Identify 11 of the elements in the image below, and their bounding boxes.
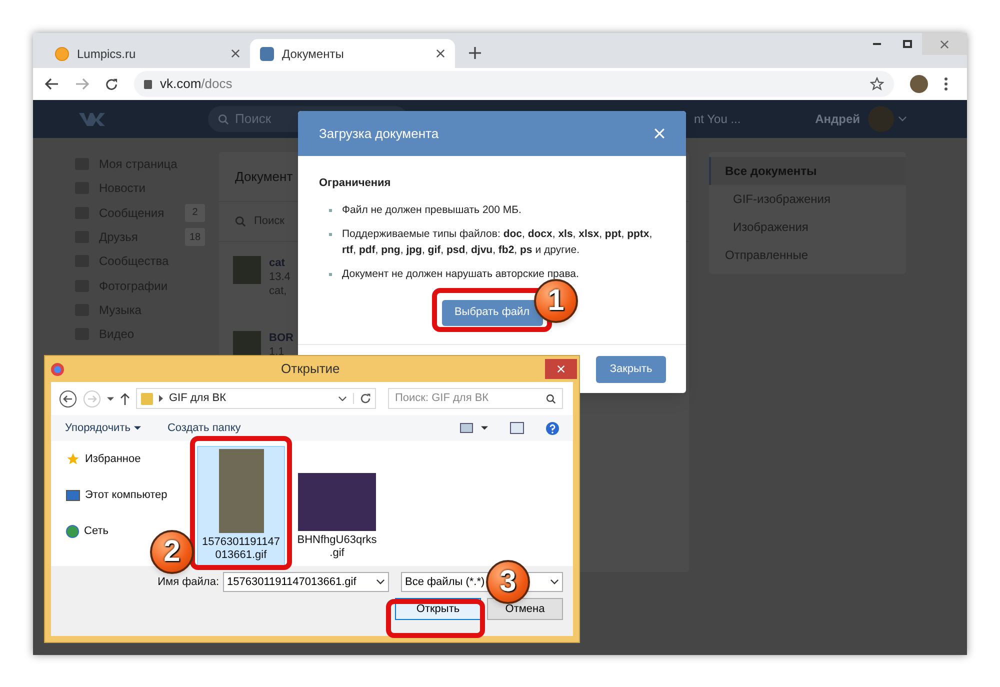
tab-title: Документы: [282, 46, 345, 62]
tab-title: Lumpics.ru: [77, 46, 137, 62]
rule-text: Файл не должен превышать 200 МБ.: [342, 202, 522, 218]
rule-text: Поддерживаемые типы файлов: doc, docx, xls, xlsx, ppt, pptx, rtf, pdf, png, jpg, gif, psd, djvu, fb2, ps и другие.: [342, 226, 654, 258]
rule-text: Документ не должен нарушать авторские права.: [342, 266, 579, 282]
dialog-title: Загрузка документа: [319, 124, 439, 143]
field-label: Имя файла:: [158, 574, 219, 590]
url-text: vk.com/docs: [160, 75, 232, 94]
dialog-title: Открытие: [281, 360, 340, 378]
section-heading: Ограничения: [319, 176, 392, 191]
page-title: Документ: [235, 168, 293, 186]
